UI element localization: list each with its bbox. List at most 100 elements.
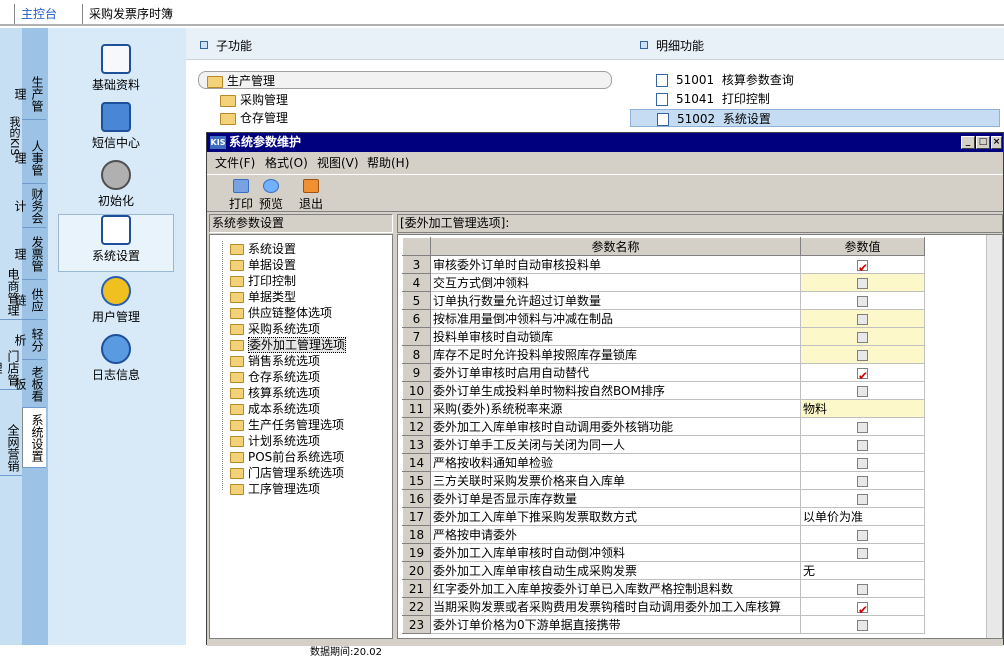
tree-node[interactable]: POS前台系统选项	[230, 449, 344, 465]
vtab-light-analysis[interactable]: 轻分析	[13, 320, 46, 360]
vtab-hr[interactable]: 人事管理	[13, 132, 46, 184]
vertical-scrollbar[interactable]	[986, 235, 1002, 638]
vtab-system-settings[interactable]: 系统设置	[22, 408, 46, 468]
unchecked-checkbox[interactable]	[857, 493, 868, 505]
menu-file[interactable]: 文件(F)	[215, 153, 255, 173]
vtab-supply-chain[interactable]: 供应链	[13, 280, 46, 320]
param-checkbox-cell[interactable]	[800, 579, 925, 598]
param-value-cell[interactable]: 物料	[800, 399, 925, 418]
user-management-item[interactable]: 用户管理	[58, 276, 174, 332]
sub-item-production[interactable]: 生产管理	[198, 71, 612, 89]
detail-item-51001[interactable]: 51001 核算参数查询	[630, 71, 1000, 89]
param-checkbox-cell[interactable]	[800, 327, 925, 346]
tree-node[interactable]: 核算系统选项	[230, 385, 320, 401]
tree-node[interactable]: 计划系统选项	[230, 433, 320, 449]
param-checkbox-cell[interactable]	[800, 309, 925, 328]
dialog-titlebar[interactable]: KIS 系统参数维护 _ □ ×	[207, 133, 1003, 152]
exit-button[interactable]: 退出	[295, 177, 327, 212]
menu-help[interactable]: 帮助(H)	[367, 153, 409, 173]
preview-button[interactable]: 预览	[255, 177, 287, 212]
param-checkbox-cell[interactable]	[800, 525, 925, 544]
vtab-finance[interactable]: 财务会计	[13, 184, 46, 228]
tree-node[interactable]: 采购系统选项	[230, 321, 320, 337]
table-row[interactable]: 23 委外订单价格为0下游单据直接携带	[402, 615, 925, 634]
tree-node[interactable]: 门店管理系统选项	[230, 465, 344, 481]
unchecked-checkbox[interactable]	[857, 547, 868, 559]
param-checkbox-cell[interactable]	[800, 543, 925, 562]
tree-node[interactable]: 工序管理选项	[230, 481, 320, 497]
table-row[interactable]: 22 当期采购发票或者采购费用发票钩稽时自动调用委外加工入库核算 ✔	[402, 597, 925, 616]
tree-node[interactable]: 打印控制	[230, 273, 296, 289]
table-row[interactable]: 4 交互方式倒冲领料	[402, 273, 925, 292]
sub-item-inventory[interactable]: 仓存管理	[220, 109, 288, 127]
close-button[interactable]: ×	[991, 136, 1002, 149]
table-row[interactable]: 6 按标准用量倒冲领料与冲减在制品	[402, 309, 925, 328]
tree-node[interactable]: 成本系统选项	[230, 401, 320, 417]
table-row[interactable]: 15 三方关联时采购发票价格来自入库单	[402, 471, 925, 490]
param-checkbox-cell[interactable]	[800, 417, 925, 436]
param-checkbox-cell[interactable]	[800, 435, 925, 454]
table-row[interactable]: 14 严格按收料通知单检验	[402, 453, 925, 472]
unchecked-checkbox[interactable]	[857, 529, 868, 541]
detail-item-51002[interactable]: 51002 系统设置	[630, 109, 1000, 127]
menu-format[interactable]: 格式(O)	[265, 153, 308, 173]
basic-data-item[interactable]: 基础资料	[58, 44, 174, 100]
param-checkbox-cell[interactable]: ✔	[800, 255, 925, 274]
checked-checkbox[interactable]: ✔	[857, 601, 868, 615]
sub-item-purchase[interactable]: 采购管理	[220, 91, 288, 109]
tree-node[interactable]: 单据设置	[230, 257, 296, 273]
vtab-invoice[interactable]: 发票管理	[13, 228, 46, 280]
vtab-boss[interactable]: 老板看板	[13, 360, 46, 408]
unchecked-checkbox[interactable]	[857, 277, 868, 289]
detail-item-51041[interactable]: 51041 打印控制	[630, 90, 1000, 108]
unchecked-checkbox[interactable]	[857, 439, 868, 451]
checked-checkbox[interactable]: ✔	[857, 259, 868, 273]
unchecked-checkbox[interactable]	[857, 385, 868, 397]
unchecked-checkbox[interactable]	[857, 421, 868, 433]
param-checkbox-cell[interactable]	[800, 489, 925, 508]
vtab-production[interactable]: 生产管理	[13, 68, 46, 120]
unchecked-checkbox[interactable]	[857, 295, 868, 307]
param-value-cell[interactable]: 无	[800, 561, 925, 580]
table-row[interactable]: 7 投料单审核时自动锁库	[402, 327, 925, 346]
tab-purchase-invoice-list[interactable]: 采购发票序时簿	[82, 4, 179, 24]
table-row[interactable]: 16 委外订单是否显示库存数量	[402, 489, 925, 508]
param-checkbox-cell[interactable]	[800, 453, 925, 472]
tree-node[interactable]: 委外加工管理选项	[230, 337, 347, 353]
table-row[interactable]: 11 采购(委外)系统税率来源 物料	[402, 399, 925, 418]
param-checkbox-cell[interactable]: ✔	[800, 363, 925, 382]
tree-node[interactable]: 供应链整体选项	[230, 305, 332, 321]
print-button[interactable]: 打印	[225, 177, 257, 212]
table-row[interactable]: 20 委外加工入库单审核自动生成采购发票无	[402, 561, 925, 580]
unchecked-checkbox[interactable]	[857, 457, 868, 469]
tree-node[interactable]: 仓存系统选项	[230, 369, 320, 385]
unchecked-checkbox[interactable]	[857, 619, 868, 631]
param-checkbox-cell[interactable]	[800, 345, 925, 364]
param-checkbox-cell[interactable]: ✔	[800, 597, 925, 616]
unchecked-checkbox[interactable]	[857, 583, 868, 595]
unchecked-checkbox[interactable]	[857, 313, 868, 325]
param-checkbox-cell[interactable]	[800, 615, 925, 634]
table-row[interactable]: 17 委外加工入库单下推采购发票取数方式 以单价为准	[402, 507, 925, 526]
minimize-button[interactable]: _	[961, 136, 975, 149]
table-row[interactable]: 13 委外订单手工反关闭与关闭为同一人	[402, 435, 925, 454]
vtab-omni-marketing[interactable]: 全网营销	[0, 420, 22, 476]
sms-center-item[interactable]: 短信中心	[58, 102, 174, 158]
checked-checkbox[interactable]: ✔	[857, 367, 868, 381]
maximize-button[interactable]: □	[976, 136, 990, 149]
unchecked-checkbox[interactable]	[857, 331, 868, 343]
tree-node[interactable]: 系统设置	[230, 241, 296, 257]
table-row[interactable]: 12 委外加工入库单审核时自动调用委外核销功能	[402, 417, 925, 436]
table-row[interactable]: 5 订单执行数量允许超过订单数量	[402, 291, 925, 310]
table-row[interactable]: 8 库存不足时允许投料单按照库存量锁库	[402, 345, 925, 364]
tree-node[interactable]: 生产任务管理选项	[230, 417, 344, 433]
log-info-item[interactable]: 日志信息	[58, 334, 174, 390]
param-checkbox-cell[interactable]	[800, 381, 925, 400]
vtab-ecommerce[interactable]: 电商管理	[0, 264, 22, 320]
system-settings-item[interactable]: 系统设置	[58, 214, 174, 272]
tree-node[interactable]: 单据类型	[230, 289, 296, 305]
table-row[interactable]: 9 委外订单审核时启用自动替代 ✔	[402, 363, 925, 382]
table-row[interactable]: 10 委外订单生成投料单时物料按自然BOM排序	[402, 381, 925, 400]
table-row[interactable]: 21 红字委外加工入库单按委外订单已入库数严格控制退料数	[402, 579, 925, 598]
param-checkbox-cell[interactable]	[800, 471, 925, 490]
